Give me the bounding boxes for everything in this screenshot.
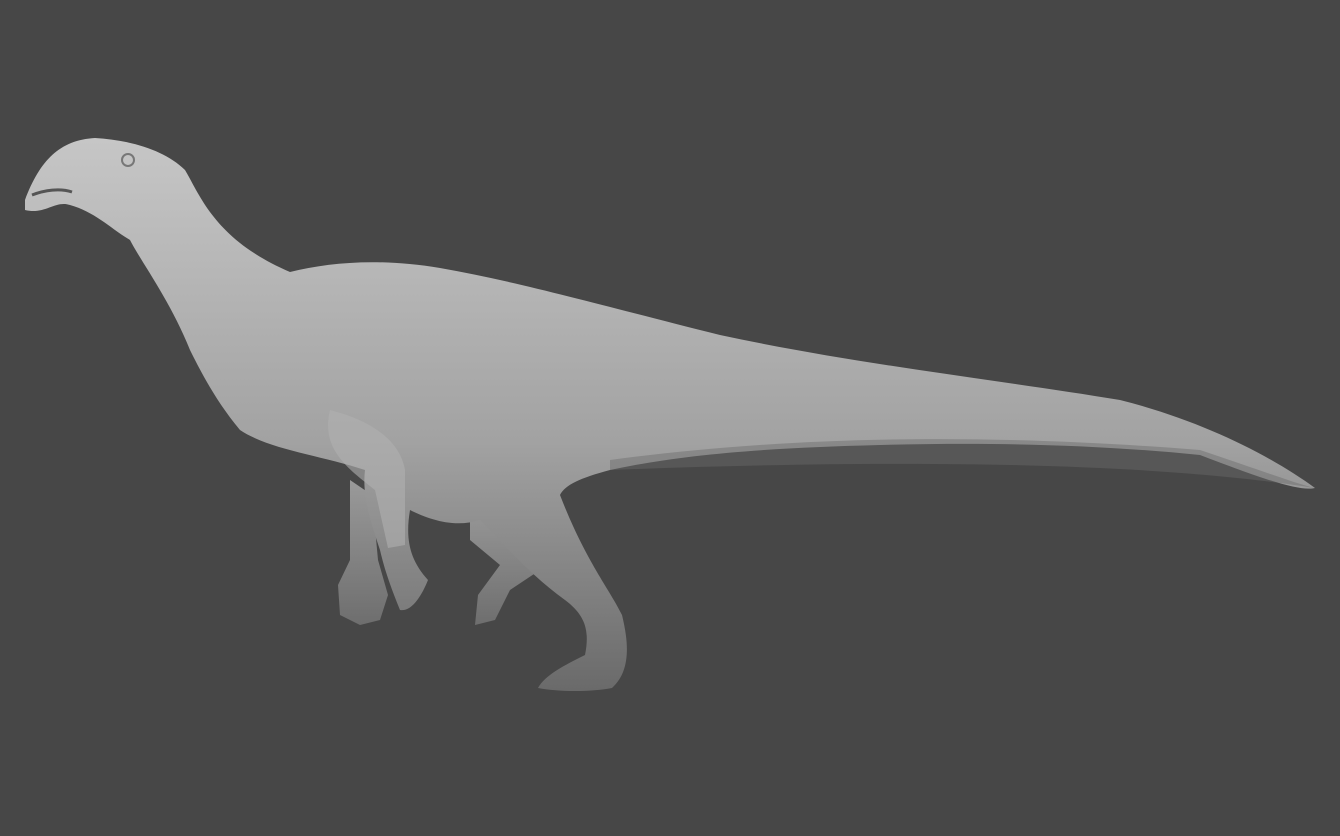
3d-viewport[interactable] <box>0 0 1340 832</box>
dinosaur-model <box>25 138 1315 691</box>
dinosaur-body <box>25 138 1315 691</box>
